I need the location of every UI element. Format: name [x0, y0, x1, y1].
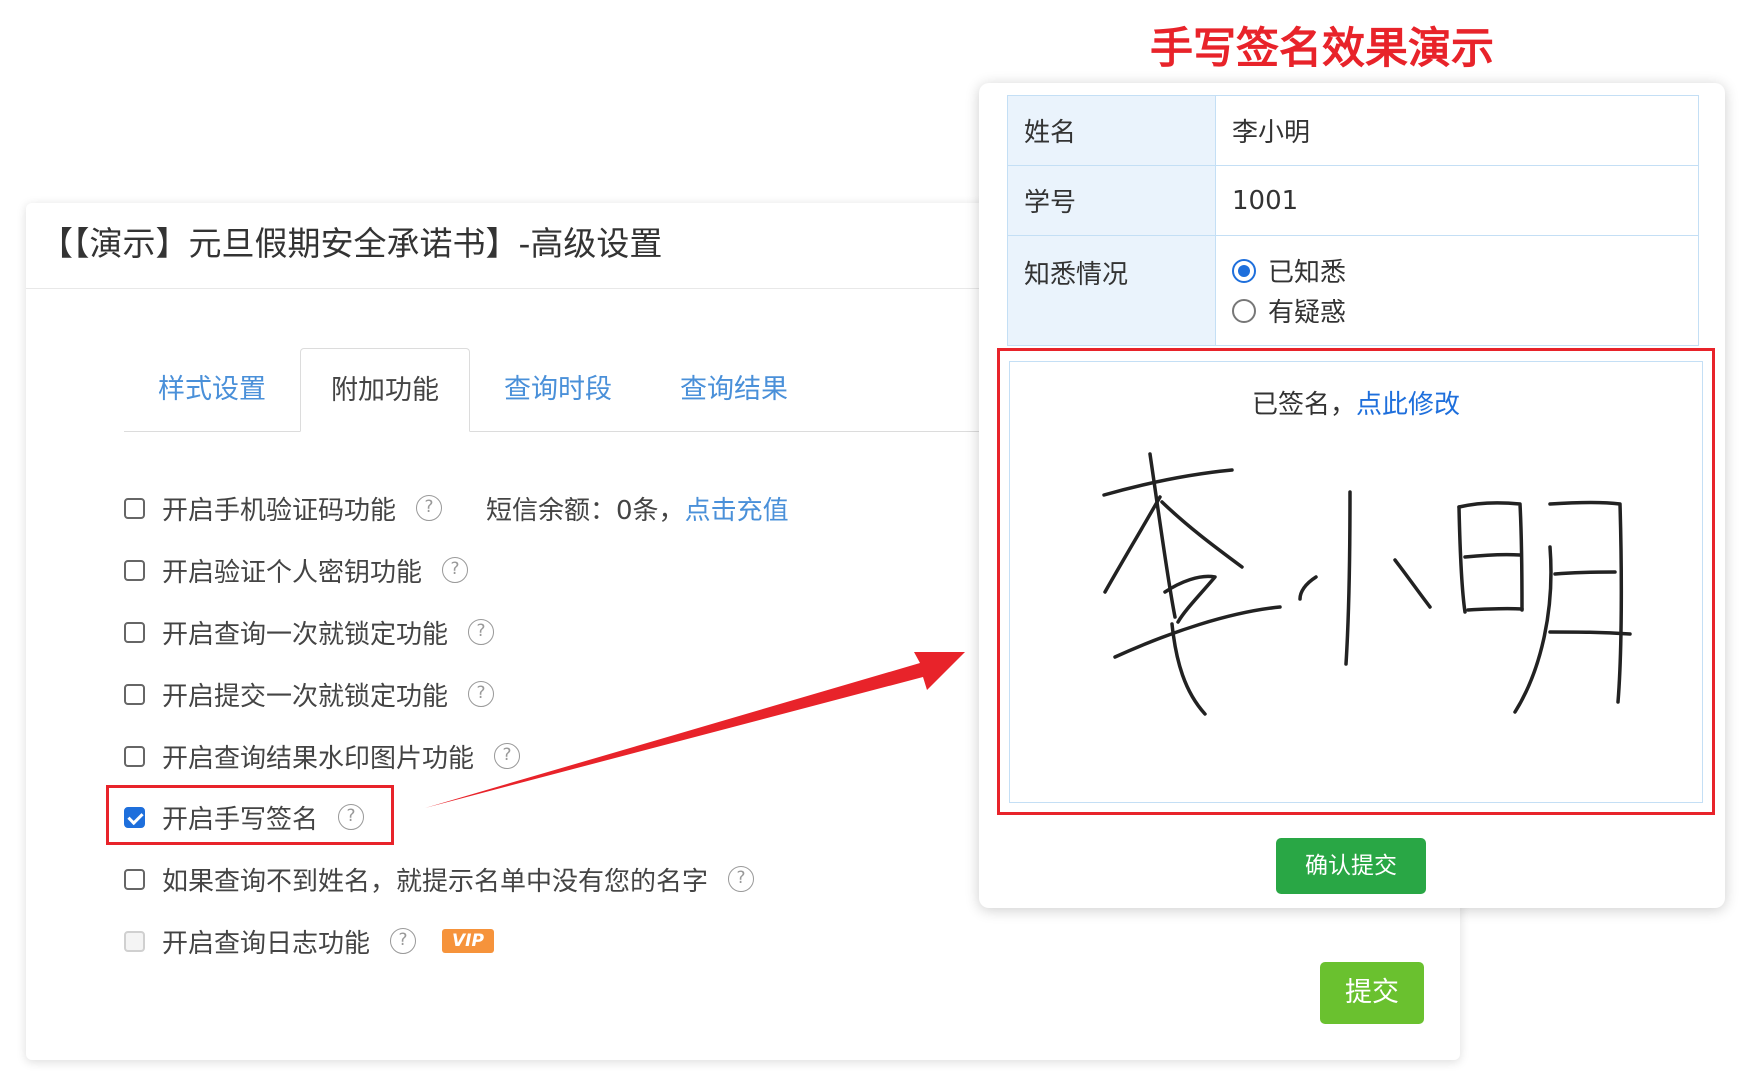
radio-option-aware[interactable]: 已知悉: [1232, 251, 1682, 291]
tab-additional-features[interactable]: 附加功能: [300, 348, 470, 432]
help-icon[interactable]: ?: [468, 681, 495, 707]
handwritten-signature: [1102, 452, 1632, 716]
option-label: 开启验证个人密钥功能: [162, 557, 423, 588]
page-title: 【【演示】元旦假期安全承诺书】-高级设置: [40, 224, 663, 263]
help-icon[interactable]: ?: [390, 928, 417, 954]
awareness-label: 知悉情况: [1007, 235, 1216, 346]
option-label: 开启查询一次就锁定功能: [162, 619, 449, 650]
vip-badge: VIP: [442, 929, 494, 953]
name-label: 姓名: [1007, 95, 1216, 166]
radio-option-doubt[interactable]: 有疑惑: [1232, 291, 1682, 331]
option-label: 开启查询日志功能: [162, 928, 371, 959]
help-icon[interactable]: ?: [468, 619, 495, 645]
option-personal-key[interactable]: 开启验证个人密钥功能 ?: [124, 550, 469, 590]
help-icon[interactable]: ?: [728, 866, 755, 892]
option-label: 开启手机验证码功能: [162, 495, 397, 526]
submit-button[interactable]: 提交: [1320, 962, 1424, 1024]
help-icon[interactable]: ?: [494, 743, 521, 769]
help-icon[interactable]: ?: [416, 495, 443, 521]
option-label: 开启查询结果水印图片功能: [162, 743, 475, 774]
option-label: 开启提交一次就锁定功能: [162, 681, 449, 712]
lock-after-submit-checkbox[interactable]: [124, 683, 145, 705]
signature-demo-card: 姓名 李小明 学号 1001 知悉情况 已知悉 有疑惑 已签名，点此修改 确认提…: [979, 83, 1725, 908]
name-value: 李小明: [1215, 95, 1699, 166]
option-name-not-found-hint[interactable]: 如果查询不到姓名，就提示名单中没有您的名字 ?: [124, 859, 755, 899]
option-query-log: 开启查询日志功能 ? VIP: [124, 921, 494, 961]
doubt-radio[interactable]: [1232, 298, 1256, 323]
student-id-value: 1001: [1215, 165, 1699, 236]
name-not-found-checkbox[interactable]: [124, 868, 145, 890]
lock-after-query-checkbox[interactable]: [124, 621, 145, 643]
radio-label: 已知悉: [1268, 258, 1347, 288]
table-row: 姓名 李小明: [1007, 95, 1699, 166]
signature-option-highlight: [106, 785, 394, 845]
tab-query-results[interactable]: 查询结果: [646, 348, 822, 432]
confirm-submit-button[interactable]: 确认提交: [1276, 838, 1426, 894]
tab-style-settings[interactable]: 样式设置: [124, 348, 300, 432]
student-id-label: 学号: [1007, 165, 1216, 236]
radio-label: 有疑惑: [1268, 298, 1347, 328]
tab-query-period[interactable]: 查询时段: [470, 348, 646, 432]
query-log-checkbox: [124, 930, 145, 952]
option-watermark-image[interactable]: 开启查询结果水印图片功能 ?: [124, 736, 521, 776]
signature-pad[interactable]: 已签名，点此修改: [1009, 361, 1703, 803]
aware-radio[interactable]: [1232, 258, 1256, 283]
table-row: 知悉情况 已知悉 有疑惑: [1007, 235, 1699, 346]
watermark-image-checkbox[interactable]: [124, 745, 145, 767]
demo-title: 手写签名效果演示: [1150, 24, 1494, 74]
awareness-options: 已知悉 有疑惑: [1215, 235, 1699, 346]
student-info-table: 姓名 李小明 学号 1001 知悉情况 已知悉 有疑惑: [1007, 95, 1699, 346]
option-lock-after-query[interactable]: 开启查询一次就锁定功能 ?: [124, 612, 495, 652]
personal-key-checkbox[interactable]: [124, 559, 145, 581]
recharge-link[interactable]: 点击充值: [685, 490, 789, 527]
settings-tabs: 样式设置 附加功能 查询时段 查询结果: [124, 348, 1024, 432]
option-label: 如果查询不到姓名，就提示名单中没有您的名字: [162, 866, 709, 897]
sms-balance: 短信余额：0条，: [486, 495, 685, 526]
option-lock-after-submit[interactable]: 开启提交一次就锁定功能 ?: [124, 674, 495, 714]
table-row: 学号 1001: [1007, 165, 1699, 236]
sms-verification-checkbox[interactable]: [124, 497, 145, 519]
option-sms-verification[interactable]: 开启手机验证码功能 ? 短信余额：0条， 点击充值: [124, 488, 789, 528]
help-icon[interactable]: ?: [442, 557, 469, 583]
